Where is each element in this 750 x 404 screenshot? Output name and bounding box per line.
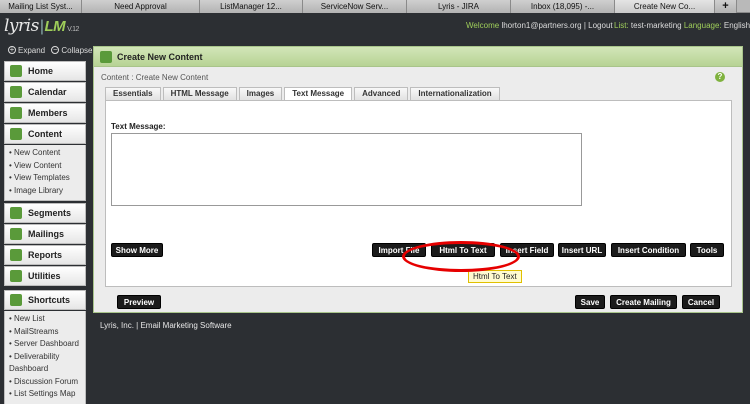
shortcuts-icon (10, 294, 22, 306)
page-title: Create New Content (117, 51, 203, 62)
sidebar-item-shortcuts[interactable]: Shortcuts (4, 290, 86, 310)
content-icon (10, 128, 22, 140)
collapse-button[interactable]: − Collapse (51, 45, 93, 55)
tab-html-message[interactable]: HTML Message (162, 87, 237, 100)
sidebar-subitem-image-library[interactable]: Image Library (9, 185, 85, 198)
text-message-label: Text Message: (111, 122, 166, 131)
language-value[interactable]: English (724, 21, 750, 30)
text-message-textarea[interactable] (111, 133, 582, 206)
cancel-button[interactable]: Cancel (682, 295, 720, 309)
footer-text: Lyris, Inc. | Email Marketing Software (100, 321, 232, 330)
sidebar-item-mailings[interactable]: Mailings (4, 224, 86, 244)
show-more-button[interactable]: Show More (111, 243, 163, 257)
create-content-panel: Create New Content Content : Create New … (93, 46, 743, 313)
sidebar-subitem-view-content[interactable]: View Content (9, 160, 85, 173)
tab-advanced[interactable]: Advanced (354, 87, 409, 100)
welcome-text: Welcome lhorton1@partners.org | Logout (466, 21, 613, 30)
insert-field-button[interactable]: Insert Field (500, 243, 554, 257)
shortcuts-submenu: New List MailStreams Server Dashboard De… (4, 311, 86, 404)
sidebar-nav: Home Calendar Members Content New Conten… (4, 61, 86, 404)
shortcut-deliverability-dashboard[interactable]: Deliverability Dashboard (9, 351, 85, 376)
shortcut-discussion-forum[interactable]: Discussion Forum (9, 376, 85, 389)
home-icon (10, 65, 22, 77)
sidebar-item-content[interactable]: Content (4, 124, 86, 144)
new-tab-button[interactable]: + (715, 0, 737, 13)
panel-title-bar: Create New Content (94, 47, 742, 67)
sidebar-item-segments[interactable]: Segments (4, 203, 86, 223)
sidebar-item-members[interactable]: Members (4, 103, 86, 123)
help-icon[interactable]: ? (715, 72, 725, 82)
browser-tab[interactable]: ListManager 12... (200, 0, 303, 13)
logout-link[interactable]: Logout (588, 21, 612, 30)
html-to-text-button[interactable]: Html To Text (431, 243, 495, 257)
create-mailing-button[interactable]: Create Mailing (610, 295, 677, 309)
plus-icon: + (8, 45, 16, 54)
utilities-icon (10, 270, 22, 282)
sidebar-item-home[interactable]: Home (4, 61, 86, 81)
sidebar-item-utilities[interactable]: Utilities (4, 266, 86, 286)
tab-essentials[interactable]: Essentials (105, 87, 161, 100)
import-file-button[interactable]: Import File (372, 243, 426, 257)
user-email: lhorton1@partners.org (501, 21, 582, 30)
expand-collapse-controls: + Expand − Collapse (8, 45, 97, 55)
tab-images[interactable]: Images (238, 87, 283, 100)
list-name[interactable]: test-marketing (631, 21, 682, 30)
content-tabs: Essentials HTML Message Images Text Mess… (105, 87, 502, 101)
calendar-icon (10, 86, 22, 98)
lyris-logo: lyris|LM V.12 (4, 16, 79, 36)
tab-internationalization[interactable]: Internationalization (410, 87, 500, 100)
browser-tab[interactable]: Mailing List Syst... (0, 0, 82, 13)
insert-condition-button[interactable]: Insert Condition (611, 243, 686, 257)
app-header: lyris|LM V.12 Welcome lhorton1@partners.o… (0, 13, 750, 41)
browser-tab[interactable]: ServiceNow Serv... (303, 0, 407, 13)
insert-url-button[interactable]: Insert URL (558, 243, 606, 257)
browser-tab-bar: Mailing List Syst... Need Approval ListM… (0, 0, 750, 13)
content-icon (100, 50, 112, 63)
shortcut-mailstreams[interactable]: MailStreams (9, 326, 85, 339)
sidebar-item-reports[interactable]: Reports (4, 245, 86, 265)
sidebar-subitem-new-content[interactable]: New Content (9, 147, 85, 160)
content-submenu: New Content View Content View Templates … (4, 145, 86, 201)
shortcut-server-dashboard[interactable]: Server Dashboard (9, 338, 85, 351)
browser-tab[interactable]: Need Approval (82, 0, 200, 13)
reports-icon (10, 249, 22, 261)
browser-tab[interactable]: Inbox (18,095) -... (511, 0, 615, 13)
tab-text-message[interactable]: Text Message (284, 87, 353, 101)
members-icon (10, 107, 22, 119)
sidebar-subitem-view-templates[interactable]: View Templates (9, 172, 85, 185)
browser-tab-active[interactable]: Create New Co... (615, 0, 715, 13)
breadcrumb: Content : Create New Content (101, 73, 209, 82)
html-to-text-tooltip: Html To Text (468, 270, 522, 283)
minus-icon: − (51, 45, 60, 54)
browser-tab[interactable]: Lyris - JIRA (407, 0, 511, 13)
preview-button[interactable]: Preview (117, 295, 161, 309)
segments-icon (10, 207, 22, 219)
sidebar-item-calendar[interactable]: Calendar (4, 82, 86, 102)
shortcut-new-list[interactable]: New List (9, 313, 85, 326)
save-button[interactable]: Save (575, 295, 605, 309)
shortcut-list-settings-map[interactable]: List Settings Map (9, 388, 85, 401)
list-info: List: test-marketing Language: English (614, 21, 750, 30)
mailings-icon (10, 228, 22, 240)
tab-content-area: Text Message: Show More Import File Html… (105, 100, 732, 287)
tools-button[interactable]: Tools (690, 243, 724, 257)
expand-button[interactable]: + Expand (8, 46, 45, 55)
